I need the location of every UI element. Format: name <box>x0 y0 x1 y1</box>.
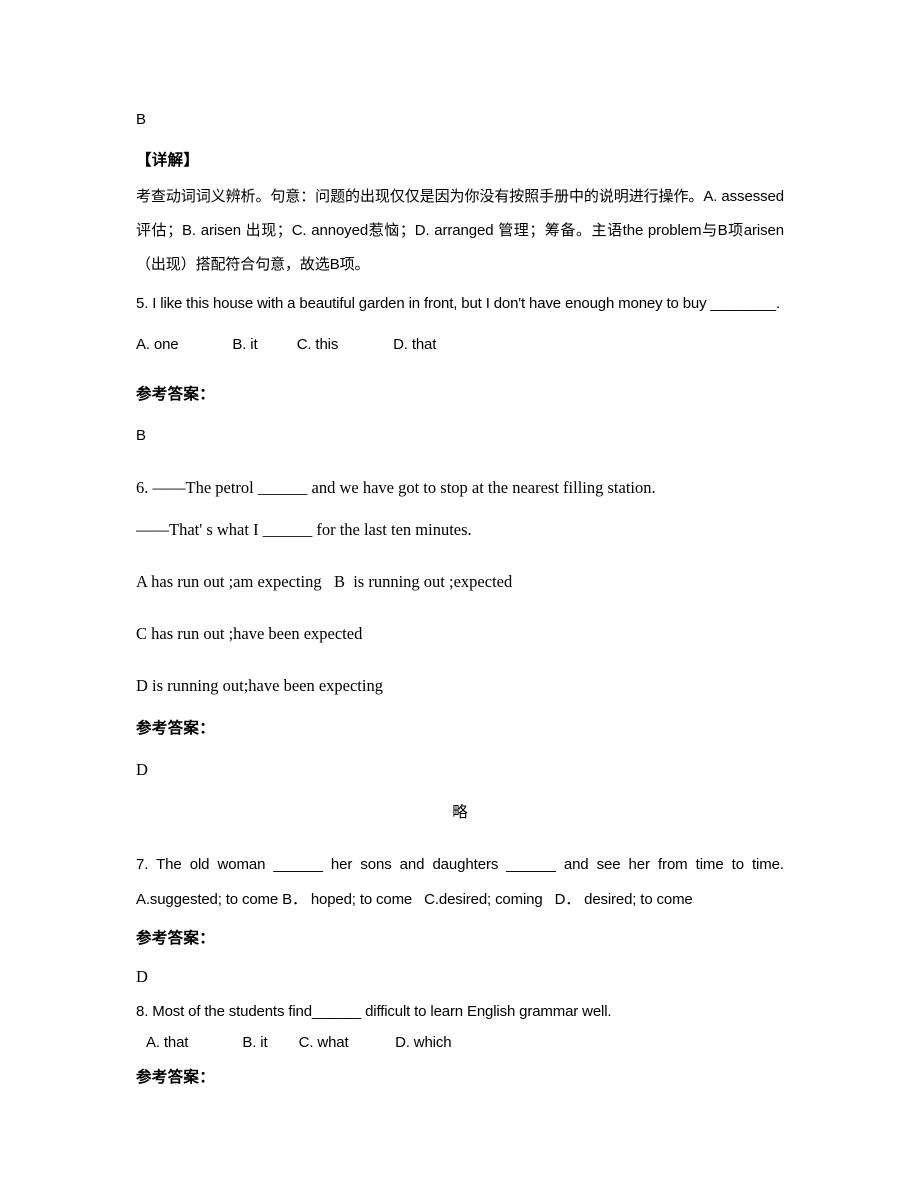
document-page: B 【详解】 考查动词词义辨析。句意：问题的出现仅仅是因为你没有按照手册中的说明… <box>0 0 920 1191</box>
question-8-stem: 8. Most of the students find______ diffi… <box>136 1003 612 1020</box>
question-6-stem-line-2: ——That' s what I ______ for the last ten… <box>136 520 472 539</box>
reference-answer-label-q6: 参考答案： <box>136 718 216 737</box>
question-7-options: A.suggested; to come B． hoped; to come C… <box>136 891 693 908</box>
explanation-heading: 【详解】 <box>136 150 200 169</box>
question-6-option-ab: A has run out ;am expecting B is running… <box>136 572 513 591</box>
reference-answer-label-q5: 参考答案： <box>136 384 216 403</box>
question-8-options: A. that B. it C. what D. which <box>146 1034 452 1051</box>
question-6-option-c: C has run out ;have been expected <box>136 624 363 643</box>
answer-value-q7: D <box>136 967 148 986</box>
question-6-stem-line-1: 6. ——The petrol ______ and we have got t… <box>136 478 656 497</box>
document-body: B 【详解】 考查动词词义辨析。句意：问题的出现仅仅是因为你没有按照手册中的说明… <box>136 100 784 1093</box>
reference-answer-label-q8: 参考答案： <box>136 1067 216 1086</box>
question-5-options: A. one B. it C. this D. that <box>136 336 437 353</box>
explanation-body: 考查动词词义辨析。句意：问题的出现仅仅是因为你没有按照手册中的说明进行操作。A.… <box>136 188 784 273</box>
question-7-stem: 7. The old woman ______ her sons and dau… <box>136 856 784 873</box>
omitted-content-marker: 略 <box>452 803 468 821</box>
answer-value-q4: B <box>136 111 146 128</box>
answer-value-q5: B <box>136 427 146 444</box>
answer-value-q6: D <box>136 760 148 779</box>
reference-answer-label-q7: 参考答案： <box>136 928 216 947</box>
question-6-option-d: D is running out;have been expecting <box>136 676 383 695</box>
question-5-stem: 5. I like this house with a beautiful ga… <box>136 295 781 312</box>
